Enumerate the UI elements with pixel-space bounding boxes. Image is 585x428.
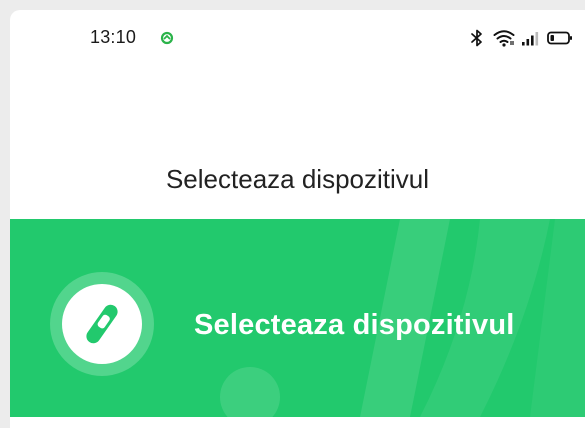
status-icons (470, 28, 573, 48)
wifi-icon (493, 29, 515, 47)
status-time: 13:10 (90, 27, 137, 47)
battery-icon (547, 31, 573, 45)
fitness-band-icon (86, 304, 118, 344)
select-device-label: Selecteaza dispozitivul (194, 309, 515, 341)
status-bar: 13:10 (10, 10, 585, 74)
app-notification-icon (160, 31, 174, 45)
device-avatar (62, 284, 142, 364)
device-avatar-ring (50, 272, 154, 376)
page-title: Selecteaza dispozitivul (165, 164, 430, 194)
phone-screen: 13:10 Selecteaza dispozitivul Selecteaza… (10, 10, 585, 428)
bluetooth-icon (470, 29, 484, 47)
signal-icon (521, 30, 541, 46)
select-device-card[interactable]: Selecteaza dispozitivul (10, 219, 585, 417)
